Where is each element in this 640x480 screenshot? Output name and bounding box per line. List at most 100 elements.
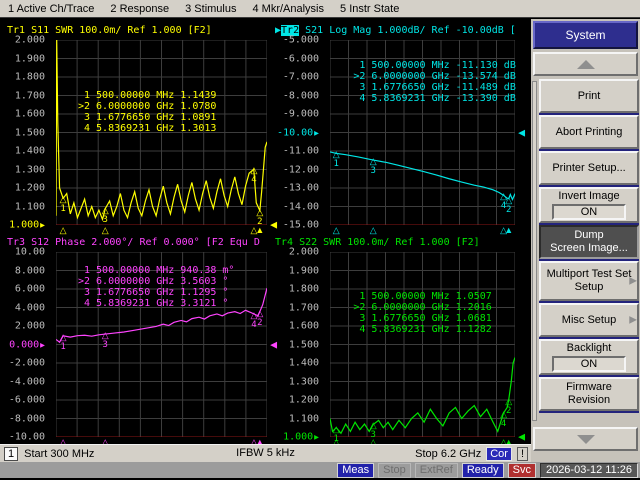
backlight-toggle[interactable]: BacklightON [539,339,639,375]
marker-number: 4 [500,419,507,429]
marker-triangle-icon: △ [60,334,67,341]
marker-table-row: >26.0000000GHz3.5603° [75,276,237,287]
trace-panel-tr2: ▶Tr2 S21 Log Mag 1.000dB/ Ref -10.00dB [… [270,25,516,225]
up-arrow-icon [577,60,595,69]
marker-table-row: 1500.00000MHz1.1439 [75,90,225,101]
y-axis-tick-label: 1.800 [15,72,45,83]
invert-image-toggle[interactable]: Invert ImageON [539,187,639,223]
softkey-sidebar: System Print Abort Printing Printer Setu… [531,19,640,462]
marker-triangle-icon: △ [60,196,67,203]
marker-4-tr4[interactable]: △4 [500,411,507,429]
marker-number: 1 [333,434,340,444]
menu-active-ch-trace[interactable]: 1 Active Ch/Trace [8,3,94,15]
y-axis-tick-label: -15.00 [283,220,319,231]
y-axis-tick-label: -4.000 [9,376,45,387]
y-axis-tick-label: 1.100 [289,413,319,424]
reference-level-arrow-icon: ▶ [314,128,319,137]
stimulus-marker-icon: △ [333,226,340,234]
marker-table-tr1: 1500.00000MHz1.1439>26.0000000GHz1.07803… [75,90,225,134]
y-axis-tick-label: 1.400 [15,146,45,157]
y-axis-tick-label: 1.000▶ [9,220,45,231]
marker-triangle-icon: △ [333,151,340,158]
display-area: Tr1 S11 SWR 100.0m/ Ref 1.000 [F2] 2.000… [0,19,531,444]
marker-triangle-icon: △ [251,167,258,174]
marker-number: 3 [370,430,377,440]
multiport-test-set-setup-button[interactable]: Multiport Test Set Setup▶ [539,261,639,301]
marker-4-tr1[interactable]: △4 [251,167,258,185]
marker-1-tr1[interactable]: △1 [60,196,67,214]
meas-status-badge: Meas [337,463,374,478]
plot-area-tr1[interactable]: 2.0001.9001.8001.7001.6001.5001.4001.300… [56,40,267,225]
marker-number: 4 [251,320,258,330]
channel-number-badge: 1 [4,447,18,461]
y-axis-tick-label: 1.500 [289,339,319,350]
datetime-display: 2026-03-12 11:26 [540,463,638,478]
y-axis-tick-label: 10.00 [15,247,45,258]
invert-image-state: ON [552,204,626,220]
down-arrow-icon [577,435,595,444]
marker-table-row: 31.6776650GHz1.0681 [350,313,500,324]
softkey-scroll-up-button[interactable] [533,52,638,76]
y-axis-tick-label: 1.200 [15,183,45,194]
y-axis-tick-label: -12.00 [283,164,319,175]
misc-setup-button[interactable]: Misc Setup▶ [539,303,639,337]
y-axis-tick-label: -6.000 [9,395,45,406]
marker-table-row: 45.8369231GHz-13.390dB [350,93,519,104]
marker-table-row: 45.8369231GHz3.3121° [75,298,237,309]
marker-3-tr3[interactable]: △3 [102,332,109,350]
y-axis-tick-label: 1.800 [289,284,319,295]
marker-table-row: >26.0000000GHz1.2016 [350,302,500,313]
softkey-scroll-down-button[interactable] [533,427,638,451]
submenu-arrow-icon: ▶ [629,276,637,287]
abort-printing-button[interactable]: Abort Printing [539,115,639,149]
y-axis-tick-label: 1.200 [289,395,319,406]
marker-3-tr2[interactable]: △3 [370,158,377,176]
plot-area-tr3[interactable]: 10.008.0006.0004.0002.0000.000▶-2.000-4.… [56,252,267,437]
menu-stimulus[interactable]: 3 Stimulus [185,3,236,15]
dump-screen-image-button[interactable]: Dump Screen Image... [539,225,639,259]
marker-4-tr3[interactable]: △4 [251,312,258,330]
print-button[interactable]: Print [539,79,639,113]
y-axis-tick-label: 1.100 [15,201,45,212]
marker-2-tr1[interactable]: △2 [256,209,263,227]
channel-status-bar: 1 Start 300 MHz IFBW 5 kHz Stop 6.2 GHz … [0,444,531,462]
marker-1-tr3[interactable]: △1 [60,334,67,352]
correction-badge: Cor [486,447,512,461]
marker-table-row: 45.8369231GHz1.3013 [75,123,225,134]
plot-area-tr4[interactable]: 2.0001.9001.8001.7001.6001.5001.4001.300… [330,252,515,437]
stop-frequency-label: Stop 6.2 GHz [415,448,481,460]
marker-triangle-icon: △ [102,332,109,339]
reference-level-arrow-icon: ▶ [314,433,319,442]
printer-setup-button[interactable]: Printer Setup... [539,151,639,185]
marker-3-tr1[interactable]: △3 [102,207,109,225]
menu-mkr-analysis[interactable]: 4 Mkr/Analysis [252,3,324,15]
menu-instr-state[interactable]: 5 Instr State [340,3,399,15]
y-axis-tick-label: 1.700 [289,302,319,313]
marker-table-row: 1500.00000MHz1.0507 [350,291,500,302]
marker-triangle-icon: △ [500,411,507,418]
softkey-scrollbar[interactable] [532,81,537,421]
marker-1-tr4[interactable]: △1 [333,426,340,444]
y-axis-tick-label: 2.000 [289,247,319,258]
stimulus-marker-icon: △ [370,226,377,234]
plot-area-tr2[interactable]: -5.000-6.000-7.000-8.000-9.000-10.00▶-11… [330,40,515,225]
reference-level-arrow-icon: ◀ [270,220,277,231]
y-axis-labels-tr2: -5.000-6.000-7.000-8.000-9.000-10.00▶-11… [270,40,326,225]
stop-status-badge: Stop [378,463,411,478]
marker-number: 3 [102,340,109,350]
firmware-revision-button[interactable]: Firmware Revision [539,377,639,411]
marker-table-row: 1500.00000MHz940.38m° [75,265,237,276]
trace-panel-tr3: Tr3 S12 Phase 2.000°/ Ref 0.000° [F2 Equ… [2,237,268,437]
ifbw-label: IFBW 5 kHz [236,447,295,459]
reference-level-arrow-icon: ◀ [270,339,277,350]
menu-response[interactable]: 2 Response [110,3,169,15]
marker-1-tr2[interactable]: △1 [333,151,340,169]
vna-screen: 1 Active Ch/Trace 2 Response 3 Stimulus … [0,0,640,480]
y-axis-tick-label: 0.000▶ [9,339,45,350]
marker-triangle-icon: △ [505,398,512,405]
marker-number: 1 [60,204,67,214]
marker-table-row: 31.6776650GHz1.0891 [75,112,225,123]
marker-4-tr2[interactable]: △4 [500,193,507,211]
marker-3-tr4[interactable]: △3 [370,422,377,440]
marker-table-tr4: 1500.00000MHz1.0507>26.0000000GHz1.20163… [350,291,500,335]
